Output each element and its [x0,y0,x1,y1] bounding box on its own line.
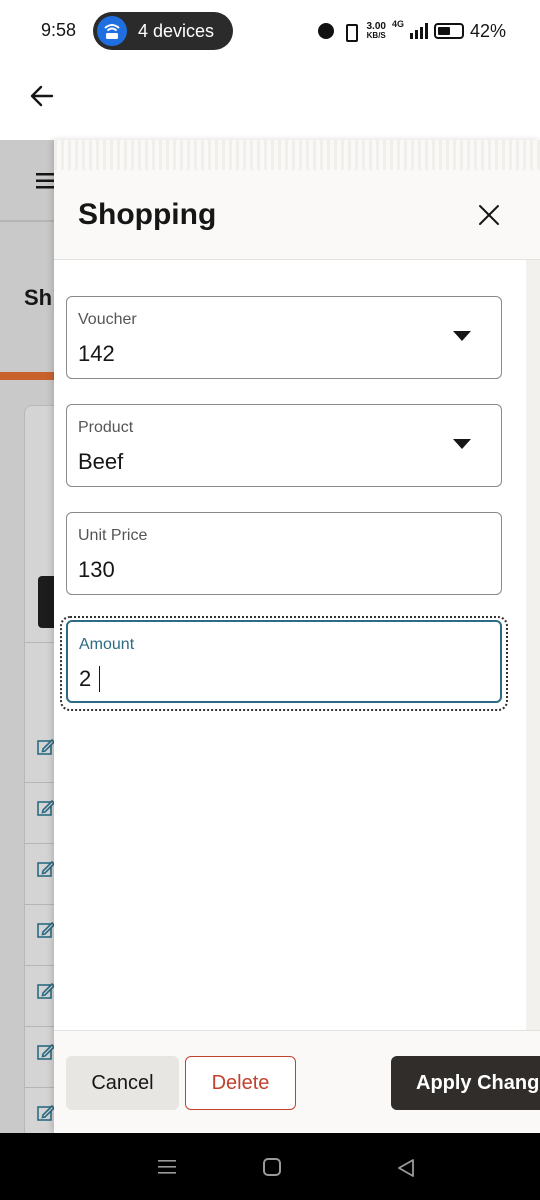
product-label: Product [78,419,134,436]
edit-icon[interactable] [37,738,56,756]
hotspot-indicator[interactable]: 4 devices [93,12,233,50]
voucher-select[interactable]: Voucher 142 [66,296,502,379]
dropdown-arrow-icon[interactable] [453,331,471,341]
background-divider [0,220,54,222]
vibrate-icon [340,24,360,42]
background-card [24,405,54,1133]
drawer-footer: Cancel Delete Apply Changes [54,1030,540,1133]
background-row-divider [25,642,54,643]
battery-percent: 42% [469,20,506,41]
battery-icon [433,23,464,39]
edit-icon[interactable] [37,982,56,1000]
background-row-divider [25,965,54,966]
drawer-title: Shopping [78,198,217,231]
drawer-form: Voucher 142 Product Beef Unit Price 130 … [54,260,526,1030]
drawer-scrollbar[interactable] [526,260,540,1030]
system-nav-bar [0,1133,540,1200]
network-speed: 3.00 KB/S [366,22,386,41]
hotspot-label: 4 devices [138,21,215,41]
edit-icon[interactable] [37,1104,56,1122]
status-time: 9:58 [41,20,77,40]
text-caret [99,666,100,692]
status-bar: 9:58 4 devices 3.00 KB/S 4G 42% [0,0,540,62]
edit-icon[interactable] [37,921,56,939]
background-accent-bar [0,372,54,380]
hamburger-icon[interactable] [36,172,54,190]
app-top-bar [0,62,540,140]
amount-label: Amount [79,636,135,653]
voucher-label: Voucher [78,311,137,328]
back-arrow-icon[interactable] [28,82,56,110]
shopping-drawer: Shopping Voucher 142 Product Beef Unit P… [54,140,540,1133]
nav-back-icon[interactable] [396,1158,416,1178]
edit-icon[interactable] [37,799,56,817]
unit-price-field[interactable]: Unit Price 130 [66,512,502,595]
background-row-divider [25,782,54,783]
voucher-value: 142 [78,341,115,366]
background-row-divider [25,1087,54,1088]
wifi-hotspot-icon [97,16,127,46]
product-value: Beef [78,449,124,474]
edit-icon[interactable] [37,860,56,878]
unit-price-value: 130 [78,557,115,582]
network-speed-unit: KB/S [366,31,386,40]
home-icon[interactable] [263,1158,281,1176]
status-icons: 3.00 KB/S 4G 42% [318,17,506,45]
product-select[interactable]: Product Beef [66,404,502,487]
network-type: 4G [391,19,404,29]
drawer-header: Shopping [54,170,540,260]
drawer-texture [54,140,540,170]
signal-icon [409,23,428,39]
close-icon[interactable] [474,200,504,230]
apply-changes-button[interactable]: Apply Changes [391,1056,540,1110]
cancel-button[interactable]: Cancel [66,1056,179,1110]
recent-apps-icon[interactable] [158,1159,176,1175]
dropdown-arrow-icon[interactable] [453,439,471,449]
background-button[interactable] [38,576,54,628]
background-row-divider [25,1026,54,1027]
edit-icon[interactable] [37,1043,56,1061]
amount-value: 2 [79,666,92,691]
amount-field[interactable]: Amount 2 [66,620,502,703]
unit-price-label: Unit Price [78,527,148,544]
background-page-title: Sh [24,285,53,310]
background-row-divider [25,904,54,905]
delete-button[interactable]: Delete [185,1056,296,1110]
alarm-icon [318,23,335,39]
background-row-divider [25,843,54,844]
